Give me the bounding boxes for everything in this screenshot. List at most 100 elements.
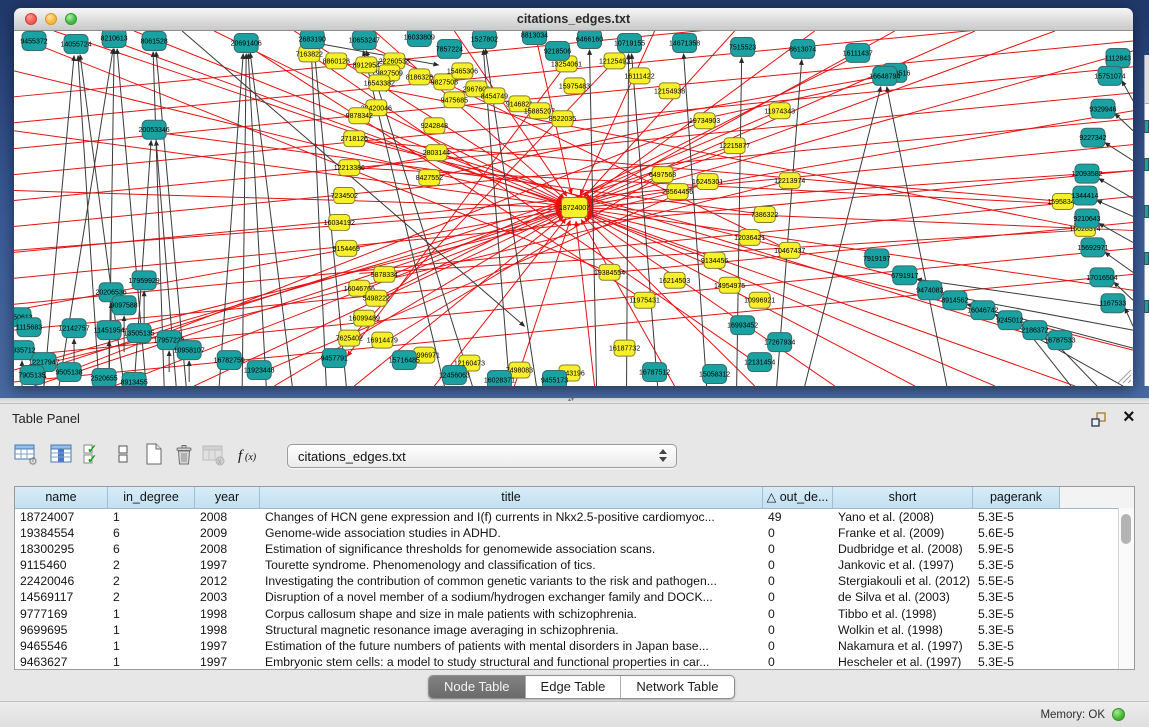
graph-node-label: 9329946	[1089, 106, 1116, 113]
graph-node-label: 2186372	[1021, 328, 1048, 335]
graph-node-label: 9827508	[431, 79, 458, 86]
table-row[interactable]: 977716911998Corpus callosum shape and si…	[15, 606, 1134, 622]
tab-edge-table[interactable]: Edge Table	[525, 676, 621, 698]
table-row[interactable]: 969969511998Structural magnetic resonanc…	[15, 622, 1134, 638]
column-header-year[interactable]: year	[195, 487, 260, 508]
graph-node-label: 5498222	[363, 296, 390, 303]
graph-node-label: 2683190	[299, 36, 326, 43]
row-height-button[interactable]	[112, 442, 138, 468]
fx-icon: f (x)	[236, 442, 266, 466]
table-cell: de Silva et al. (2003)	[833, 589, 973, 605]
table-mode-button[interactable]: ⚙	[14, 442, 40, 468]
column-header-filler	[1060, 487, 1134, 508]
table-cell: 5.3E-5	[973, 654, 1060, 670]
window-titlebar[interactable]: citations_edges.txt	[14, 8, 1133, 31]
table-cell: Structural magnetic resonance image aver…	[260, 622, 763, 638]
graph-node-label: 15465306	[447, 68, 478, 75]
show-columns-button[interactable]	[50, 442, 76, 468]
close-panel-button[interactable]: ×	[1123, 406, 1135, 428]
column-header-pagerank[interactable]: pagerank	[973, 487, 1060, 508]
graph-node-label: 8061528	[140, 38, 167, 45]
svg-text:⚙: ⚙	[28, 456, 38, 466]
graph-node-label: 12093582	[1071, 171, 1102, 178]
row-height-icon	[112, 442, 136, 466]
table-cell: 1998	[195, 622, 260, 638]
graph-node-label: 12213386	[334, 165, 365, 172]
tab-node-table[interactable]: Node Table	[429, 676, 525, 698]
graph-node-label: 20053346	[139, 127, 170, 134]
table-row[interactable]: 1456911722003Disruption of a novel membe…	[15, 589, 1134, 605]
graph-node-label: 16648794	[869, 73, 900, 80]
citation-network-graph[interactable]: 7163822886012889129542226053898275091654…	[14, 31, 1133, 386]
table-row[interactable]: 2242004622012Investigating the contribut…	[15, 573, 1134, 589]
background-node-fragment	[1144, 205, 1149, 218]
create-column-button[interactable]	[142, 442, 168, 468]
selected-network-table: citations_edges.txt	[298, 449, 406, 464]
graph-node-label: 10958107	[174, 348, 205, 355]
column-header-in_degree[interactable]: in_degree	[108, 487, 195, 508]
table-gear-icon: ⚙	[14, 442, 38, 466]
table-cell: 2012	[195, 573, 260, 589]
column-checklist-icon: ✓ ✓	[82, 442, 106, 466]
column-header-short[interactable]: short	[833, 487, 973, 508]
table-cell: 5.3E-5	[973, 589, 1060, 605]
graph-node-label: 9154469	[333, 246, 360, 253]
graph-node-label: 14671358	[669, 40, 700, 47]
table-cell: 5.3E-5	[973, 606, 1060, 622]
background-window-edge	[1144, 55, 1149, 386]
graph-node-label: 16787533	[1044, 338, 1075, 345]
background-node-fragment	[1144, 120, 1149, 133]
table-scrollbar[interactable]	[1118, 508, 1134, 669]
graph-node-label: 2718126	[341, 136, 368, 143]
graph-node-label: 9475685	[441, 97, 468, 104]
table-row[interactable]: 911546021997Tourette syndrome. Phenomeno…	[15, 557, 1134, 573]
table-row[interactable]: 946554611997Estimation of the future num…	[15, 638, 1134, 654]
table-cell: 1	[108, 622, 195, 638]
graph-node-label: 8860128	[323, 58, 350, 65]
select-columns-button[interactable]: ✓ ✓	[82, 442, 108, 468]
network-table-selector[interactable]: citations_edges.txt	[287, 444, 677, 468]
trash-icon	[172, 442, 196, 466]
table-cell: 2008	[195, 541, 260, 557]
import-table-button[interactable]: x	[202, 442, 228, 468]
table-cell: 1998	[195, 606, 260, 622]
network-window[interactable]: citations_edges.txt 71638228860128891295…	[14, 8, 1133, 386]
function-builder-button[interactable]: f (x)	[236, 442, 262, 468]
table-cell: Stergiakouli et al. (2012)	[833, 573, 973, 589]
column-header-title[interactable]: title	[260, 487, 763, 508]
table-row[interactable]: 1938455462009Genome-wide association stu…	[15, 525, 1134, 541]
network-canvas[interactable]: 7163822886012889129542226053898275091654…	[14, 31, 1133, 386]
column-header-out_de[interactable]: △ out_de...	[763, 487, 833, 508]
graph-node-label: 16787512	[639, 370, 670, 377]
graph-node-label: 7163822	[296, 51, 323, 58]
float-panel-button[interactable]	[1091, 412, 1107, 428]
table-row[interactable]: 1872400712008Changes of HCN gene express…	[15, 509, 1134, 525]
graph-node-label: 16214503	[659, 278, 690, 285]
table-cell: 2009	[195, 525, 260, 541]
table-cell: 6	[108, 525, 195, 541]
table-cell: 9465546	[15, 638, 108, 654]
table-cell: Corpus callosum shape and size in male p…	[260, 606, 763, 622]
graph-node-label: 12215877	[719, 143, 750, 150]
table-body: 1872400712008Changes of HCN gene express…	[15, 509, 1134, 670]
graph-node-label: 12154938	[654, 88, 685, 95]
table-cell: 5.3E-5	[973, 509, 1060, 525]
graph-node-label: 16111437	[843, 50, 873, 57]
table-cell: 5.6E-5	[973, 525, 1060, 541]
graph-node-label: 2520655	[90, 376, 117, 383]
graph-node-label: 9242848	[421, 123, 448, 130]
canvas-resize-grip[interactable]	[1118, 370, 1131, 383]
combo-arrows-icon	[659, 449, 667, 462]
table-row[interactable]: 1830029562008Estimation of significance …	[15, 541, 1134, 557]
delete-column-button[interactable]	[172, 442, 198, 468]
table-header-row: namein_degreeyeartitle△ out_de...shortpa…	[15, 487, 1134, 509]
graph-node-label: 13254061	[551, 61, 582, 68]
table-cell: 2	[108, 573, 195, 589]
column-header-name[interactable]: name	[15, 487, 108, 508]
tab-network-table[interactable]: Network Table	[620, 676, 733, 698]
scrollbar-thumb[interactable]	[1121, 514, 1131, 544]
table-panel: Table Panel × ⚙	[0, 403, 1149, 727]
table-cell: 22420046	[15, 573, 108, 589]
graph-node-label: 8914562	[941, 298, 968, 305]
table-row[interactable]: 946362711997Embryonic stem cells: a mode…	[15, 654, 1134, 670]
